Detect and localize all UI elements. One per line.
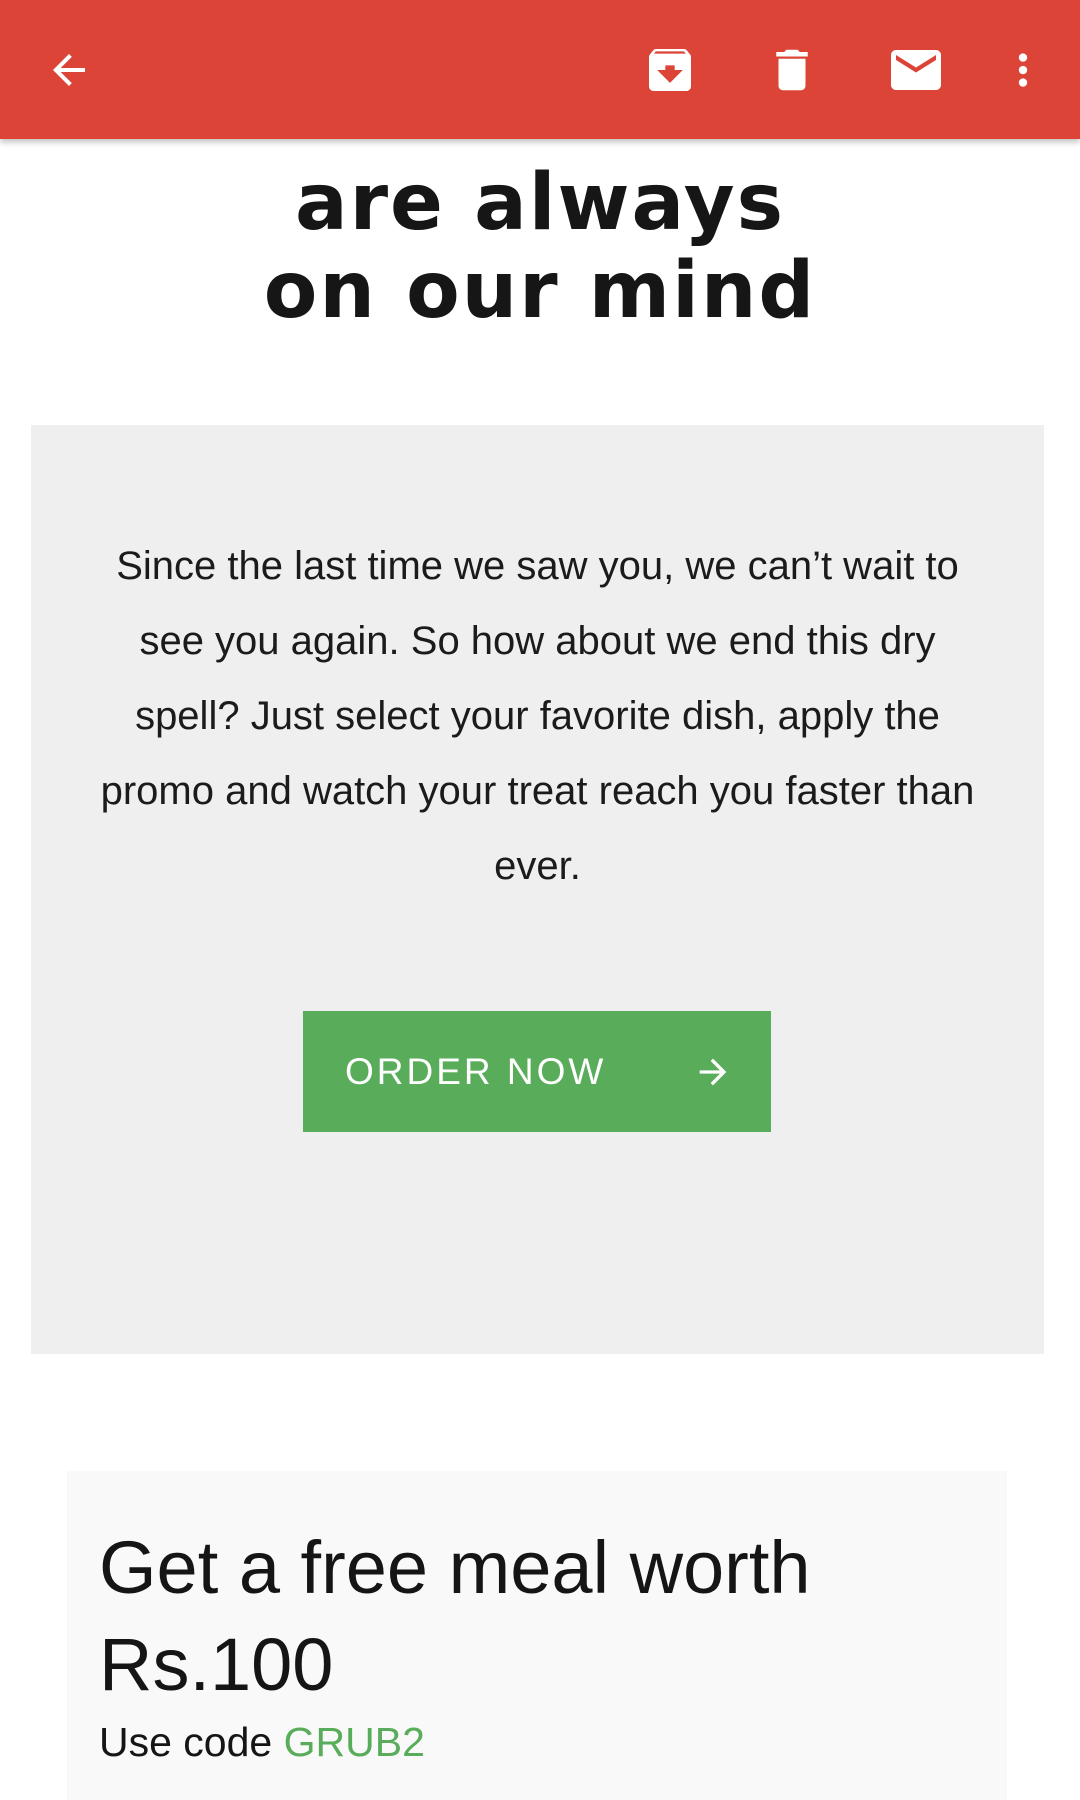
- arrow-back-icon: [45, 46, 93, 94]
- delete-button[interactable]: [742, 0, 842, 139]
- mail-icon: [886, 40, 946, 100]
- more-options-button[interactable]: [973, 0, 1073, 139]
- headline-line-2: on our mind: [263, 246, 817, 336]
- message-card: Since the last time we saw you, we can’t…: [31, 425, 1044, 1354]
- archive-icon: [642, 42, 698, 98]
- trash-icon: [765, 43, 819, 97]
- more-vert-icon: [998, 45, 1048, 95]
- order-now-label: ORDER NOW: [345, 1051, 607, 1092]
- promo-title: Get a free meal worth Rs.100: [99, 1526, 811, 1706]
- back-button[interactable]: [19, 0, 119, 139]
- app-toolbar: [0, 0, 1080, 139]
- promo-code-line: Use code GRUB2: [99, 1717, 425, 1767]
- email-headline: are always on our mind: [0, 159, 1080, 335]
- promo-code-prefix: Use code: [99, 1719, 284, 1765]
- message-text: Since the last time we saw you, we can’t…: [100, 544, 975, 888]
- promo-card: Get a free meal worth Rs.100 Use code GR…: [67, 1471, 1007, 1800]
- promo-code-value: GRUB2: [283, 1719, 425, 1765]
- archive-button[interactable]: [620, 0, 720, 139]
- email-body[interactable]: are always on our mind Since the last ti…: [0, 139, 1080, 1800]
- mark-unread-button[interactable]: [866, 0, 966, 139]
- headline-line-1: are always: [294, 158, 786, 248]
- order-now-button[interactable]: ORDER NOW: [303, 1011, 771, 1132]
- arrow-right-icon: [693, 1052, 733, 1092]
